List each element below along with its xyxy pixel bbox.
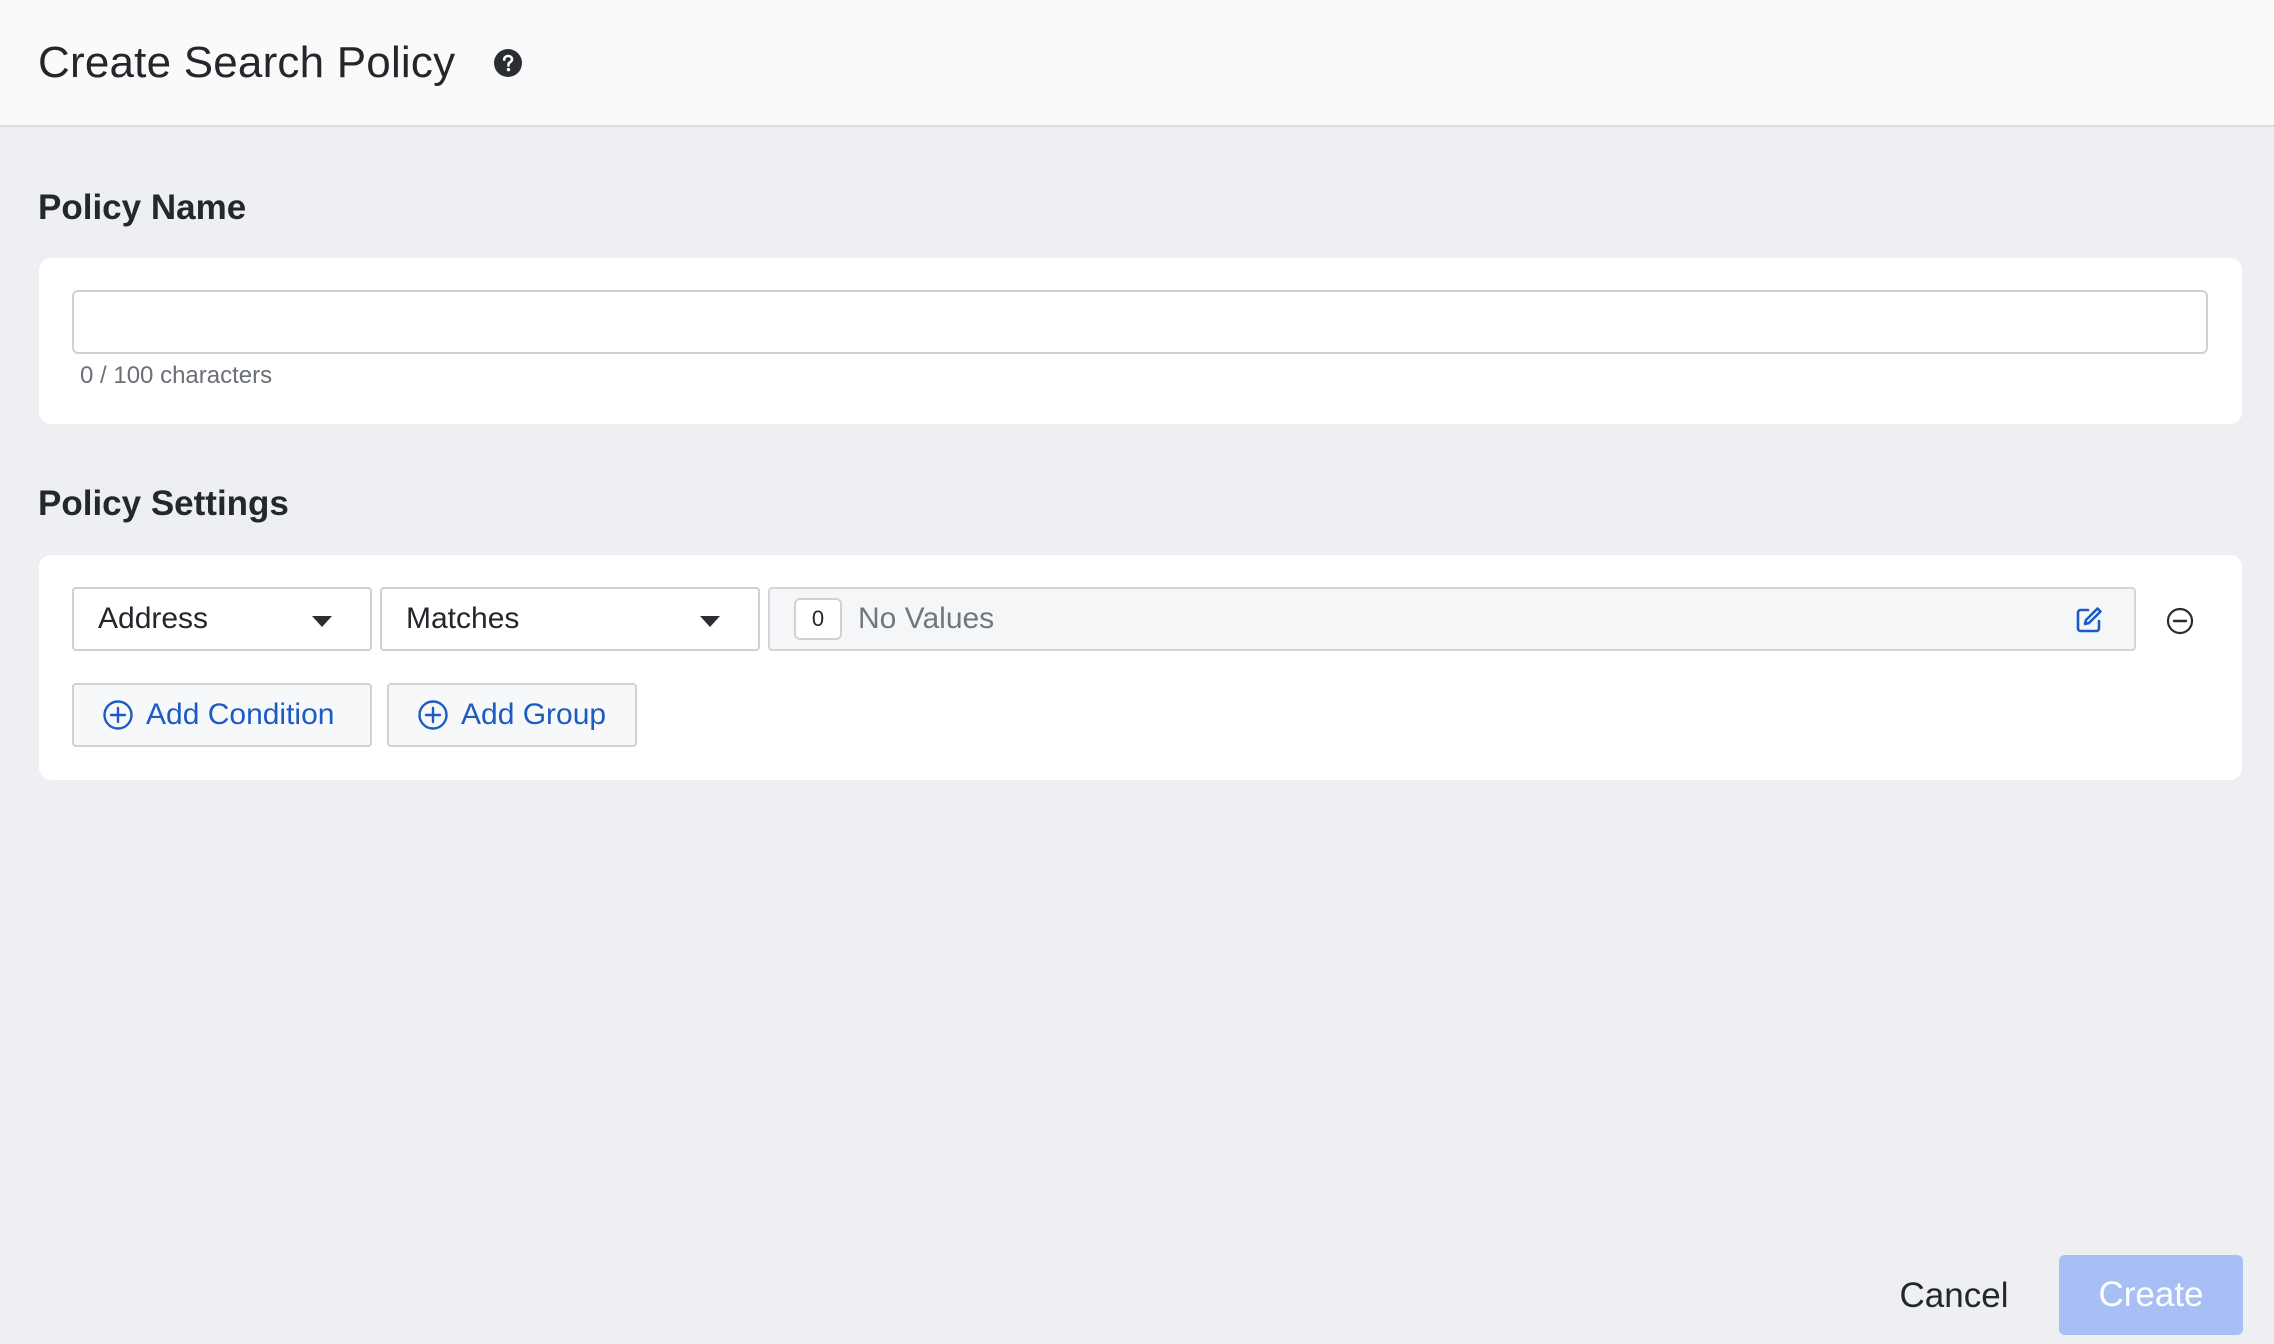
plus-circle-icon — [418, 700, 448, 730]
values-field[interactable]: 0 No Values — [768, 587, 2136, 651]
add-group-button[interactable]: Add Group — [387, 683, 637, 747]
policy-settings-heading: Policy Settings — [38, 484, 289, 523]
policy-name-heading: Policy Name — [38, 188, 247, 227]
policy-settings-card: Address Matches 0 No Values Add Conditio… — [39, 555, 2242, 780]
plus-circle-icon — [103, 700, 133, 730]
edit-icon[interactable] — [2074, 605, 2104, 635]
create-button[interactable]: Create — [2059, 1255, 2243, 1335]
remove-condition-icon[interactable] — [2165, 606, 2195, 636]
field-select[interactable]: Address — [72, 587, 372, 651]
operator-select[interactable]: Matches — [380, 587, 760, 651]
chevron-down-icon — [312, 616, 332, 627]
add-condition-label: Add Condition — [146, 698, 335, 731]
operator-select-value: Matches — [406, 602, 520, 635]
field-select-value: Address — [98, 602, 209, 635]
add-condition-button[interactable]: Add Condition — [72, 683, 372, 747]
page-title: Create Search Policy — [38, 37, 456, 87]
page-header: Create Search Policy — [0, 0, 2274, 127]
values-text: No Values — [858, 602, 995, 635]
character-count: 0 / 100 characters — [80, 362, 273, 389]
add-group-label: Add Group — [461, 698, 607, 731]
policy-name-card: 0 / 100 characters — [39, 258, 2242, 424]
question-circle-icon[interactable] — [493, 48, 523, 78]
policy-name-input[interactable] — [72, 290, 2208, 354]
value-count-badge: 0 — [794, 598, 842, 640]
cancel-button[interactable]: Cancel — [1880, 1256, 2028, 1336]
chevron-down-icon — [700, 616, 720, 627]
